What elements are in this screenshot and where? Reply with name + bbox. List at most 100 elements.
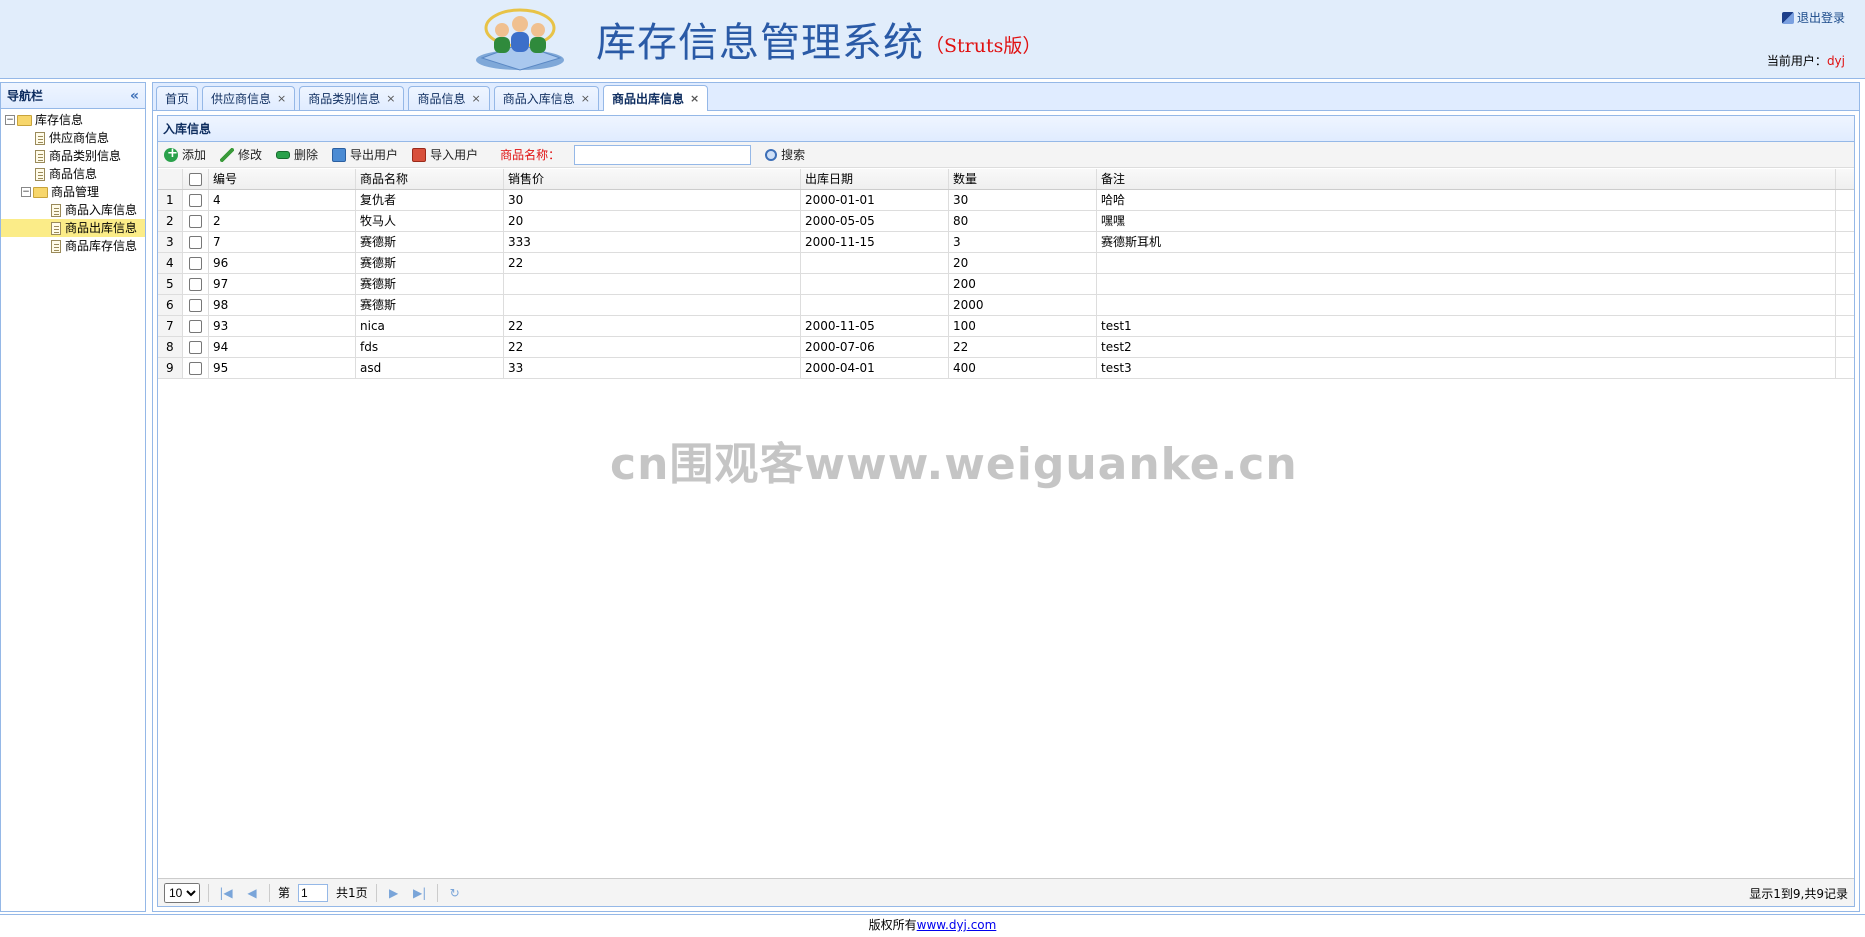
file-icon bbox=[51, 239, 61, 253]
table-row[interactable]: 5 97 赛德斯 200 bbox=[158, 274, 1854, 295]
tree-node-outstock[interactable]: 商品出库信息 bbox=[1, 219, 145, 237]
tab-goods[interactable]: 商品信息 × bbox=[408, 86, 490, 110]
next-page-icon[interactable]: ▶ bbox=[385, 886, 403, 900]
cell-quantity: 3 bbox=[949, 232, 1097, 252]
collapse-left-icon[interactable]: « bbox=[130, 88, 139, 104]
tab-outstock[interactable]: 商品出库信息 × bbox=[602, 85, 709, 111]
row-spacer bbox=[1836, 274, 1854, 294]
cell-quantity: 80 bbox=[949, 211, 1097, 231]
select-all-checkbox[interactable] bbox=[189, 172, 202, 186]
search-input[interactable] bbox=[574, 144, 752, 165]
cell-date: 2000-11-15 bbox=[801, 232, 949, 252]
page-size-select[interactable]: 10 bbox=[164, 882, 200, 903]
table-row[interactable]: 3 7 赛德斯 333 2000-11-15 3 赛德斯耳机 bbox=[158, 232, 1854, 253]
table-row[interactable]: 7 93 nica 22 2000-11-05 100 test1 bbox=[158, 316, 1854, 337]
tab-instock[interactable]: 商品入库信息 × bbox=[493, 86, 599, 110]
tree-node-inventory[interactable]: − 库存信息 bbox=[1, 111, 145, 129]
table-row[interactable]: 4 96 赛德斯 22 20 bbox=[158, 253, 1854, 274]
folder-icon bbox=[33, 186, 48, 198]
import-label: 导入用户 bbox=[430, 148, 479, 162]
tab-supplier[interactable]: 供应商信息 × bbox=[202, 86, 296, 110]
search-label: 商品名称： bbox=[500, 148, 561, 162]
row-checkbox-cell bbox=[183, 190, 209, 210]
table-row[interactable]: 1 4 复仇者 30 2000-01-01 30 哈哈 bbox=[158, 190, 1854, 211]
row-checkbox[interactable] bbox=[189, 193, 202, 207]
tree-label: 商品类别信息 bbox=[49, 149, 122, 163]
column-header-price[interactable]: 销售价 bbox=[504, 169, 801, 189]
export-button[interactable]: 导出用户 bbox=[332, 146, 398, 163]
close-icon[interactable]: × bbox=[277, 92, 286, 105]
row-checkbox[interactable] bbox=[189, 319, 202, 333]
refresh-icon[interactable]: ↻ bbox=[446, 886, 464, 900]
data-grid: 编号 商品名称 销售价 出库日期 数量 备注 1 4 复仇者 30 2000-01-01… bbox=[158, 169, 1854, 379]
tree-node-goods[interactable]: 商品信息 bbox=[1, 165, 145, 183]
table-row[interactable]: 9 95 asd 33 2000-04-01 400 test3 bbox=[158, 358, 1854, 379]
cell-quantity: 200 bbox=[949, 274, 1097, 294]
close-icon[interactable]: × bbox=[386, 92, 395, 105]
row-spacer bbox=[1836, 253, 1854, 273]
add-icon bbox=[164, 146, 178, 162]
cell-note bbox=[1097, 295, 1836, 315]
column-header-id[interactable]: 编号 bbox=[209, 169, 356, 189]
cell-quantity: 400 bbox=[949, 358, 1097, 378]
tree-node-supplier[interactable]: 供应商信息 bbox=[1, 129, 145, 147]
search-button[interactable]: 搜索 bbox=[765, 146, 805, 163]
close-icon[interactable]: × bbox=[472, 92, 481, 105]
tab-label: 商品出库信息 bbox=[611, 92, 684, 106]
main-tabs-area: 首页 供应商信息 × 商品类别信息 × 商品信息 × 商品入库信息 × 商品出库信息 × … bbox=[152, 82, 1860, 912]
footer: 版权所有www.dyj.com bbox=[0, 914, 1865, 937]
table-row[interactable]: 8 94 fds 22 2000-07-06 22 test2 bbox=[158, 337, 1854, 358]
row-number: 3 bbox=[158, 232, 183, 252]
page-number-input[interactable] bbox=[298, 883, 329, 902]
close-icon[interactable]: × bbox=[690, 92, 699, 105]
row-checkbox[interactable] bbox=[189, 256, 202, 270]
row-checkbox[interactable] bbox=[189, 235, 202, 249]
cell-name: 赛德斯 bbox=[356, 295, 504, 315]
nav-header: 导航栏 « bbox=[1, 83, 145, 109]
delete-button[interactable]: 删除 bbox=[276, 146, 318, 163]
collapse-toggle-icon[interactable]: − bbox=[21, 187, 31, 197]
tree-node-stock[interactable]: 商品库存信息 bbox=[1, 237, 145, 255]
cell-id: 95 bbox=[209, 358, 356, 378]
logout-link[interactable]: 退出登录 bbox=[1781, 9, 1845, 26]
tab-label: 商品信息 bbox=[417, 92, 466, 106]
column-header-date[interactable]: 出库日期 bbox=[801, 169, 949, 189]
row-checkbox[interactable] bbox=[189, 214, 202, 228]
tab-label: 供应商信息 bbox=[211, 92, 272, 106]
row-spacer bbox=[1836, 190, 1854, 210]
row-checkbox[interactable] bbox=[189, 340, 202, 354]
first-page-icon[interactable]: |◀ bbox=[217, 886, 235, 900]
prev-page-icon[interactable]: ◀ bbox=[243, 886, 261, 900]
import-icon bbox=[412, 147, 427, 162]
row-checkbox[interactable] bbox=[189, 298, 202, 312]
footer-link[interactable]: www.dyj.com bbox=[917, 918, 997, 932]
tab-category[interactable]: 商品类别信息 × bbox=[299, 86, 405, 110]
pager-separator bbox=[375, 883, 377, 902]
add-button[interactable]: 添加 bbox=[164, 146, 206, 163]
tab-label: 商品入库信息 bbox=[502, 92, 575, 106]
row-checkbox[interactable] bbox=[189, 277, 202, 291]
collapse-toggle-icon[interactable]: − bbox=[5, 115, 15, 125]
column-header-name[interactable]: 商品名称 bbox=[356, 169, 504, 189]
import-button[interactable]: 导入用户 bbox=[412, 146, 478, 163]
cell-price bbox=[504, 274, 801, 294]
cell-note: 哈哈 bbox=[1097, 190, 1836, 210]
cell-price: 20 bbox=[504, 211, 801, 231]
tree-node-goods-management[interactable]: − 商品管理 bbox=[1, 183, 145, 201]
column-header-quantity[interactable]: 数量 bbox=[949, 169, 1097, 189]
close-icon[interactable]: × bbox=[581, 92, 590, 105]
tree-node-category[interactable]: 商品类别信息 bbox=[1, 147, 145, 165]
tree-label: 商品入库信息 bbox=[65, 203, 138, 217]
pager-separator bbox=[436, 883, 438, 902]
cell-id: 93 bbox=[209, 316, 356, 336]
row-number-header bbox=[158, 169, 183, 189]
last-page-icon[interactable]: ▶| bbox=[411, 886, 429, 900]
row-checkbox[interactable] bbox=[189, 361, 202, 375]
edit-button[interactable]: 修改 bbox=[220, 146, 262, 163]
table-row[interactable]: 2 2 牧马人 20 2000-05-05 80 嘿嘿 bbox=[158, 211, 1854, 232]
table-row[interactable]: 6 98 赛德斯 2000 bbox=[158, 295, 1854, 316]
tab-home[interactable]: 首页 bbox=[156, 86, 199, 110]
grid-body: 1 4 复仇者 30 2000-01-01 30 哈哈 2 2 牧马人 20 2000-05-05 80… bbox=[158, 190, 1854, 379]
column-header-note[interactable]: 备注 bbox=[1097, 169, 1836, 189]
tree-node-instock[interactable]: 商品入库信息 bbox=[1, 201, 145, 219]
